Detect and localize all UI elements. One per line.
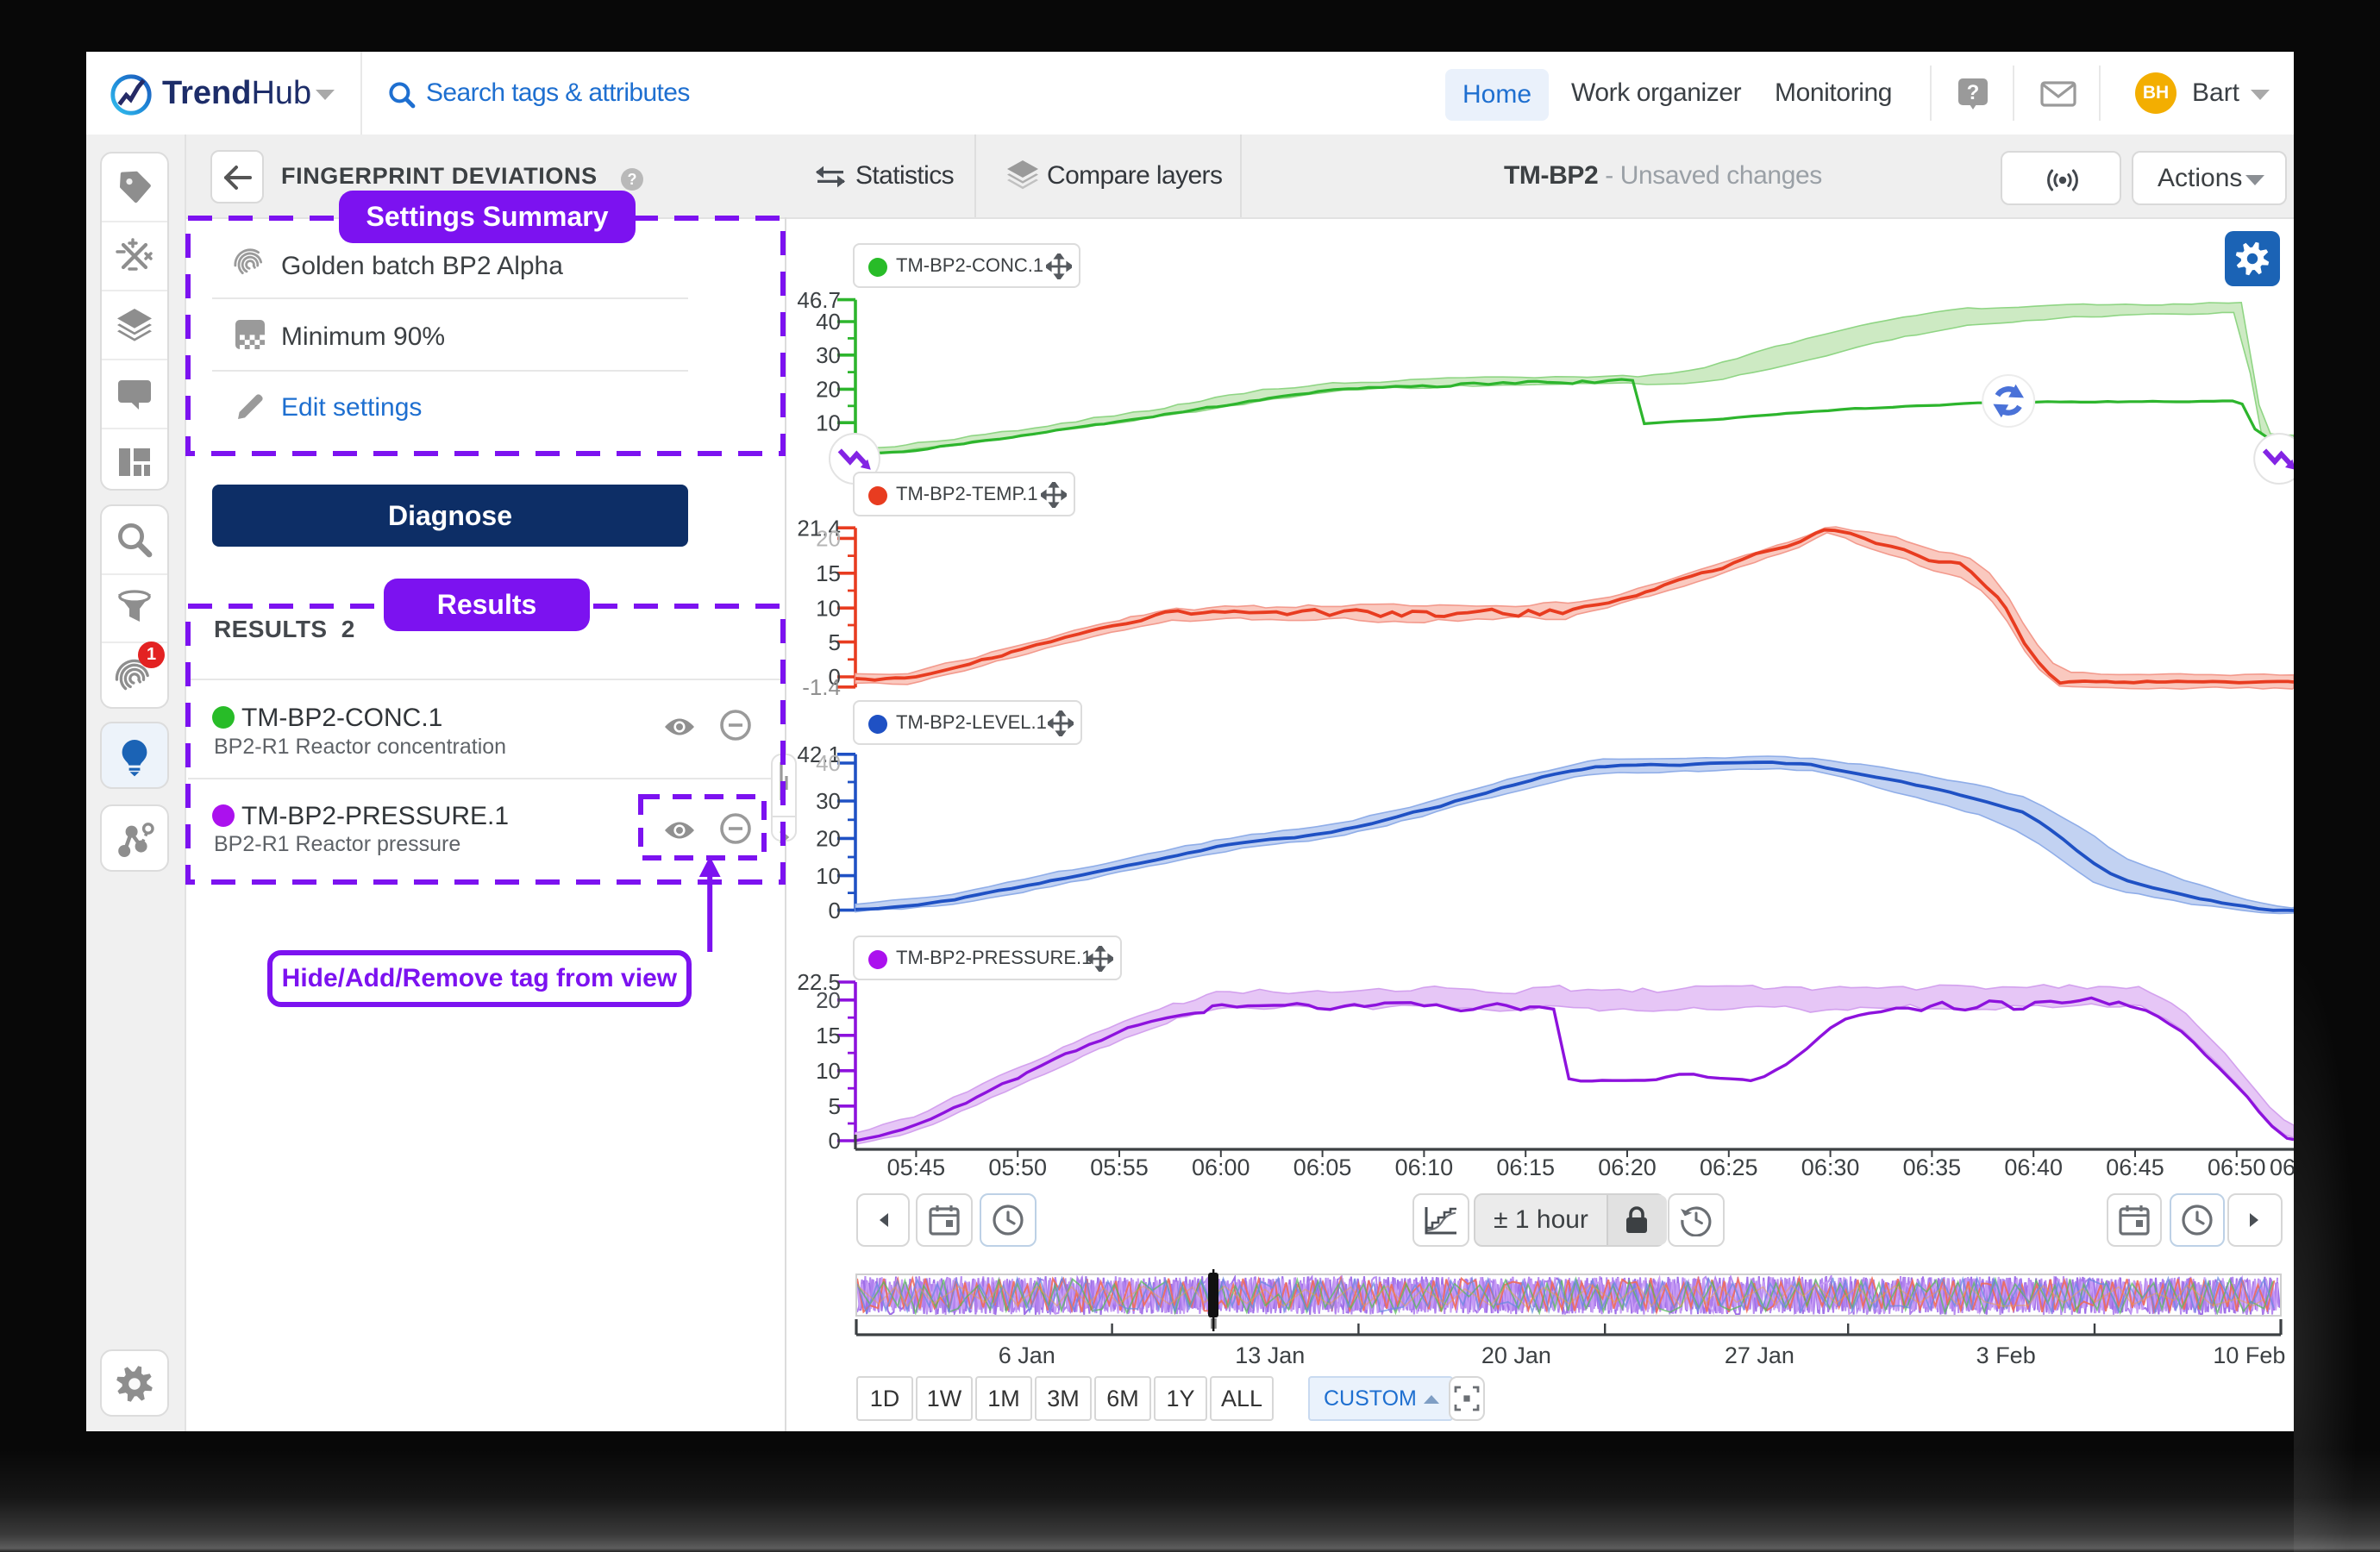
svg-text:27 Jan: 27 Jan bbox=[1725, 1342, 1794, 1368]
svg-text:06:10: 06:10 bbox=[1395, 1155, 1454, 1180]
svg-text:10: 10 bbox=[816, 595, 841, 621]
svg-text:13 Jan: 13 Jan bbox=[1235, 1342, 1305, 1368]
svg-text:05:55: 05:55 bbox=[1090, 1155, 1149, 1180]
svg-text:15: 15 bbox=[816, 1023, 841, 1048]
svg-text:06:40: 06:40 bbox=[2004, 1155, 2063, 1180]
svg-text:10: 10 bbox=[816, 410, 841, 435]
svg-text:06:20: 06:20 bbox=[1598, 1155, 1657, 1180]
svg-text:06:00: 06:00 bbox=[1192, 1155, 1250, 1180]
svg-text:5: 5 bbox=[829, 629, 841, 655]
svg-text:0: 0 bbox=[829, 1128, 841, 1154]
svg-text:06:45: 06:45 bbox=[2106, 1155, 2164, 1180]
svg-text:40: 40 bbox=[816, 309, 841, 335]
svg-text:40: 40 bbox=[816, 750, 841, 776]
svg-text:06:05: 06:05 bbox=[1293, 1155, 1352, 1180]
svg-text:20: 20 bbox=[816, 377, 841, 403]
svg-text:?: ? bbox=[628, 171, 637, 188]
svg-text:30: 30 bbox=[816, 788, 841, 814]
svg-text:06:30: 06:30 bbox=[1801, 1155, 1860, 1180]
svg-text:10: 10 bbox=[816, 863, 841, 889]
svg-text:6 Jan: 6 Jan bbox=[999, 1342, 1055, 1368]
svg-text:05:45: 05:45 bbox=[887, 1155, 946, 1180]
svg-text:06:50: 06:50 bbox=[2208, 1155, 2266, 1180]
svg-text:10: 10 bbox=[816, 1058, 841, 1084]
svg-text:06:15: 06:15 bbox=[1496, 1155, 1555, 1180]
svg-text:10 Feb: 10 Feb bbox=[2213, 1342, 2285, 1368]
svg-text:06:35: 06:35 bbox=[1903, 1155, 1962, 1180]
svg-text:20 Jan: 20 Jan bbox=[1481, 1342, 1551, 1368]
svg-text:06:55: 06:55 bbox=[2270, 1155, 2294, 1180]
svg-text:-1.4: -1.4 bbox=[802, 674, 841, 700]
svg-text:30: 30 bbox=[816, 342, 841, 368]
svg-text:20: 20 bbox=[816, 987, 841, 1013]
svg-text:20: 20 bbox=[816, 826, 841, 852]
svg-text:20: 20 bbox=[816, 526, 841, 552]
svg-text:05:50: 05:50 bbox=[988, 1155, 1047, 1180]
svg-text:0: 0 bbox=[829, 898, 841, 923]
svg-text:5: 5 bbox=[829, 1093, 841, 1119]
svg-text:3 Feb: 3 Feb bbox=[1976, 1342, 2036, 1368]
svg-text:15: 15 bbox=[816, 560, 841, 586]
svg-text:06:25: 06:25 bbox=[1700, 1155, 1758, 1180]
